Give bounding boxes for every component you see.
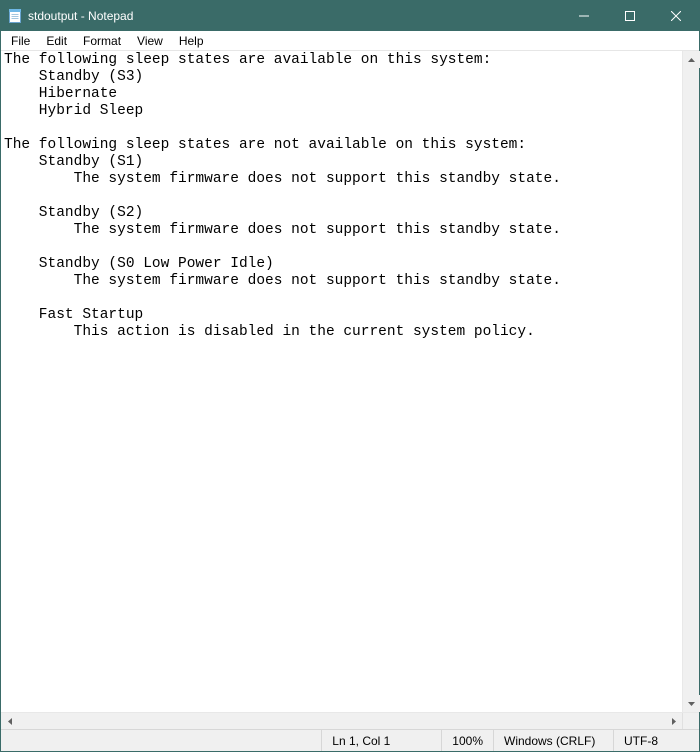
- status-eol: Windows (CRLF): [494, 730, 614, 751]
- statusbar: Ln 1, Col 1 100% Windows (CRLF) UTF-8: [1, 729, 699, 751]
- menubar: File Edit Format View Help: [1, 31, 699, 51]
- scroll-left-icon[interactable]: [1, 713, 18, 730]
- scrollbar-corner: [682, 713, 699, 729]
- vertical-scrollbar[interactable]: [682, 51, 699, 712]
- horizontal-scrollbar-track[interactable]: [18, 713, 665, 729]
- scroll-right-icon[interactable]: [665, 713, 682, 730]
- text-editor[interactable]: The following sleep states are available…: [1, 51, 682, 712]
- menu-help[interactable]: Help: [171, 33, 212, 49]
- vertical-scrollbar-track[interactable]: [683, 68, 699, 695]
- statusbar-spacer: [1, 730, 322, 751]
- scroll-up-icon[interactable]: [683, 51, 700, 68]
- close-button[interactable]: [653, 1, 699, 31]
- minimize-button[interactable]: [561, 1, 607, 31]
- window-title: stdoutput - Notepad: [28, 9, 561, 23]
- scroll-down-icon[interactable]: [683, 695, 700, 712]
- status-encoding: UTF-8: [614, 730, 699, 751]
- menu-format[interactable]: Format: [75, 33, 129, 49]
- menu-edit[interactable]: Edit: [38, 33, 75, 49]
- titlebar[interactable]: stdoutput - Notepad: [1, 1, 699, 31]
- status-zoom: 100%: [442, 730, 494, 751]
- notepad-icon: [7, 8, 23, 24]
- horizontal-scrollbar[interactable]: [1, 712, 699, 729]
- maximize-button[interactable]: [607, 1, 653, 31]
- window-controls: [561, 1, 699, 31]
- menu-view[interactable]: View: [129, 33, 171, 49]
- status-position: Ln 1, Col 1: [322, 730, 442, 751]
- menu-file[interactable]: File: [3, 33, 38, 49]
- content-area: The following sleep states are available…: [1, 51, 699, 712]
